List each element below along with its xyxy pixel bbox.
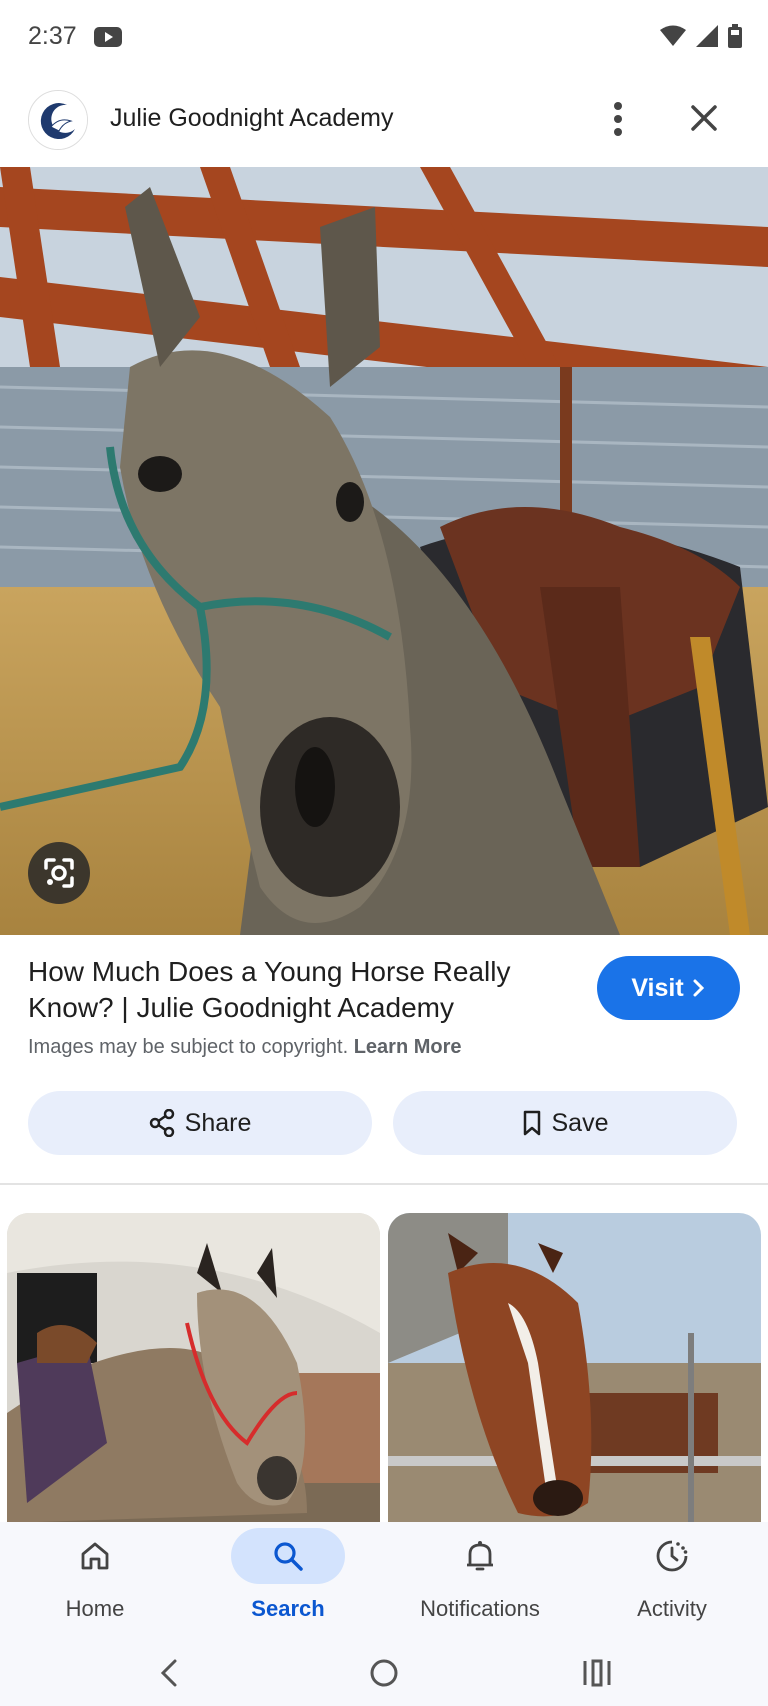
nav-item-notifications[interactable]: Notifications	[405, 1528, 555, 1628]
system-navigation-bar	[0, 1640, 768, 1706]
more-vert-icon	[614, 102, 622, 136]
site-logo[interactable]	[28, 90, 88, 150]
nav-item-home[interactable]: Home	[20, 1528, 170, 1628]
result-title[interactable]: How Much Does a Young Horse Really Know?…	[28, 954, 548, 1026]
signal-icon	[696, 25, 718, 47]
system-recents-button[interactable]	[572, 1648, 622, 1698]
close-icon	[691, 105, 717, 131]
save-button[interactable]: Save	[393, 1091, 737, 1155]
nav-label: Notifications	[420, 1596, 540, 1621]
nav-icon-container	[423, 1528, 537, 1584]
nav-icon-container	[231, 1528, 345, 1584]
nav-icon-container	[615, 1528, 729, 1584]
visit-button[interactable]: Visit	[597, 956, 740, 1020]
nav-label: Search	[251, 1596, 325, 1621]
activity-icon	[656, 1540, 688, 1572]
wifi-icon	[660, 25, 686, 46]
back-chevron-icon	[160, 1659, 177, 1687]
related-image[interactable]	[388, 1213, 761, 1523]
related-horse-photo	[7, 1213, 380, 1523]
moon-logo-icon	[29, 91, 87, 149]
result-header: Julie Goodnight Academy	[0, 82, 768, 164]
share-icon	[149, 1109, 174, 1137]
close-button[interactable]	[684, 98, 724, 138]
main-image[interactable]	[0, 167, 768, 935]
nav-label: Activity	[637, 1596, 707, 1621]
copyright-notice: Images may be subject to copyright. Lear…	[28, 1036, 462, 1059]
youtube-notification-icon	[94, 27, 122, 47]
battery-icon	[728, 24, 742, 48]
search-icon	[274, 1542, 303, 1571]
home-circle-icon	[370, 1659, 398, 1687]
save-label: Save	[551, 1108, 609, 1137]
share-button[interactable]: Share	[28, 1091, 372, 1155]
site-title[interactable]: Julie Goodnight Academy	[110, 104, 394, 133]
nav-item-search[interactable]: Search	[213, 1528, 363, 1628]
status-icons	[660, 24, 742, 48]
horse-photo	[0, 167, 768, 935]
bookmark-icon	[523, 1110, 540, 1136]
nav-item-activity[interactable]: Activity	[597, 1528, 747, 1628]
more-options-button[interactable]	[600, 96, 636, 142]
related-image[interactable]	[7, 1213, 380, 1523]
bell-icon	[467, 1541, 493, 1571]
nav-label: Home	[65, 1596, 125, 1621]
home-icon	[81, 1542, 109, 1570]
share-label: Share	[184, 1108, 252, 1137]
system-back-button[interactable]	[144, 1648, 194, 1698]
status-bar: 2:37	[0, 0, 768, 76]
chevron-right-icon	[693, 979, 704, 997]
copyright-text: Images may be subject to copyright.	[28, 1036, 349, 1058]
learn-more-link[interactable]: Learn More	[354, 1036, 462, 1058]
nav-icon-container	[38, 1528, 152, 1584]
related-horse-photo	[388, 1213, 761, 1523]
visit-label: Visit	[631, 973, 684, 1002]
bottom-navigation: Home Search Notifications Activity	[0, 1522, 768, 1640]
lens-icon	[44, 858, 74, 888]
google-lens-button[interactable]	[28, 842, 90, 904]
divider	[0, 1183, 768, 1185]
system-home-button[interactable]	[359, 1648, 409, 1698]
recents-icon	[583, 1659, 611, 1687]
status-time: 2:37	[28, 22, 77, 50]
